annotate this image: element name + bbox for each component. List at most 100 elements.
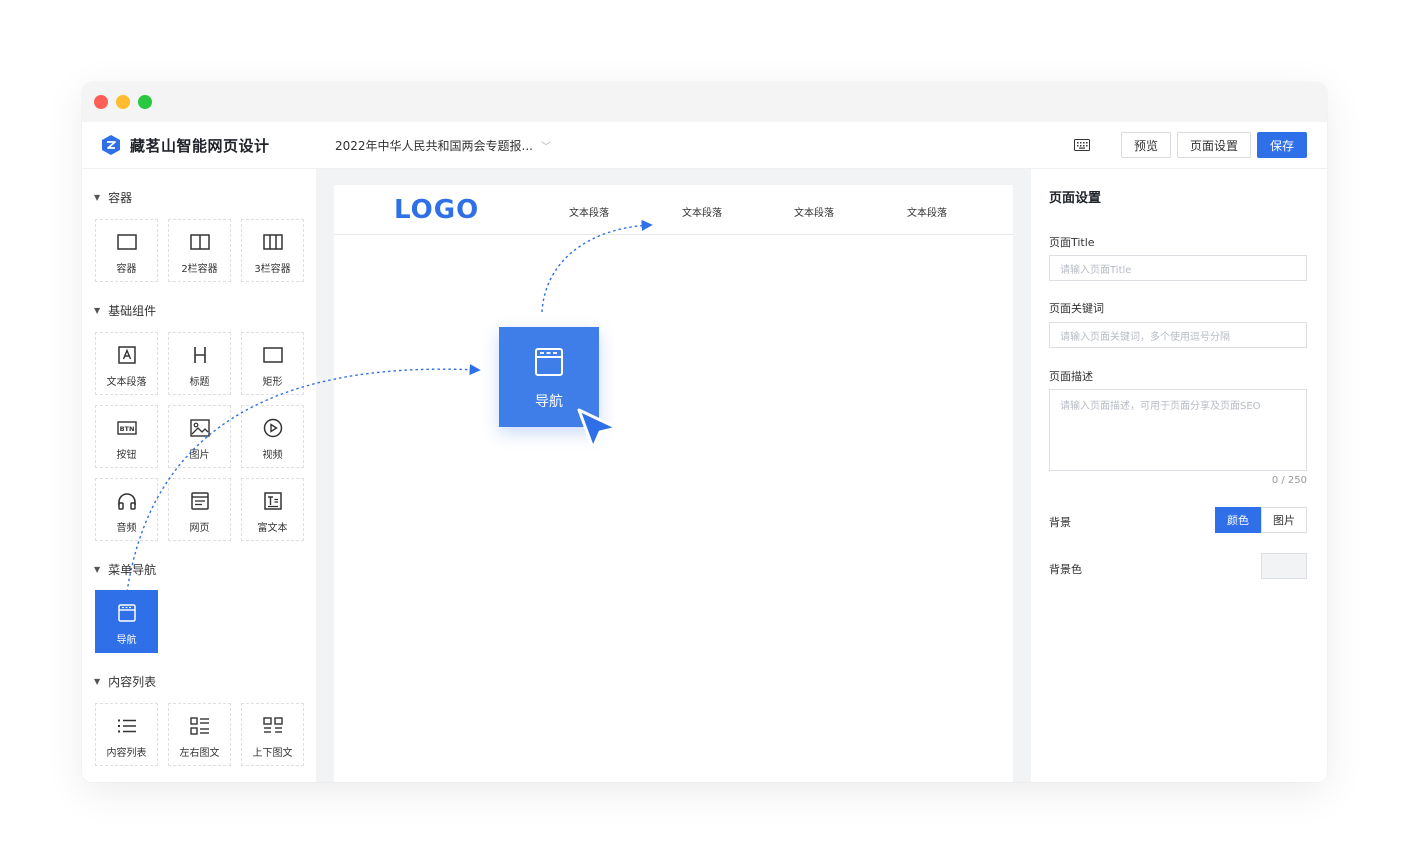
page-settings-button[interactable]: 页面设置: [1176, 132, 1251, 158]
group-title-label: 基础组件: [108, 304, 157, 318]
preview-button[interactable]: 预览: [1120, 132, 1171, 158]
header-actions: 预览 页面设置 保存: [1071, 132, 1307, 158]
group-title-label: 容器: [108, 191, 133, 205]
description-char-count: 0 / 250: [1271, 475, 1307, 486]
component-three-column[interactable]: 3栏容器: [241, 219, 304, 282]
navigation-icon: [117, 603, 137, 623]
component-content-list[interactable]: 内容列表: [95, 703, 158, 766]
headphones-icon: [117, 491, 137, 511]
image-icon: [189, 418, 210, 438]
page-description-label: 页面描述: [1049, 370, 1093, 383]
component-webpage[interactable]: 网页: [168, 478, 231, 541]
component-top-bottom-media[interactable]: 上下图文: [241, 703, 304, 766]
two-column-icon: [189, 232, 210, 252]
chevron-down-icon: ﹀: [540, 142, 551, 153]
design-canvas[interactable]: LOGO 文本段落 文本段落 文本段落 文本段落: [334, 185, 1013, 782]
navigation-icon: [535, 348, 563, 376]
left-right-media-icon: [189, 716, 210, 736]
component-container[interactable]: 容器: [95, 219, 158, 282]
page-title-label: 页面Title: [1049, 236, 1095, 249]
component-heading[interactable]: 标题: [168, 332, 231, 395]
group-content-list[interactable]: ▼ 内容列表: [94, 673, 156, 690]
component-button[interactable]: BTN 按钮: [95, 405, 158, 468]
brand-name: 藏茗山智能网页设计: [130, 136, 270, 155]
caret-down-icon: ▼: [94, 193, 101, 202]
caret-down-icon: ▼: [94, 306, 101, 315]
document-select[interactable]: 2022年中华人民共和国两会专题报... ﹀: [335, 137, 551, 154]
component-image[interactable]: 图片: [168, 405, 231, 468]
component-navigation[interactable]: 导航: [95, 590, 158, 653]
close-window-button[interactable]: [94, 95, 108, 109]
three-column-icon: [262, 232, 283, 252]
component-label: 内容列表: [106, 748, 147, 759]
container-icon: [116, 232, 137, 252]
component-rich-text[interactable]: 富文本: [241, 478, 304, 541]
minimize-window-button[interactable]: [116, 95, 130, 109]
page-keywords-input[interactable]: 请输入页面关键词，多个使用逗号分隔: [1049, 322, 1307, 348]
caret-down-icon: ▼: [94, 565, 101, 574]
background-type-toggle: 颜色 图片: [1215, 507, 1307, 533]
save-button[interactable]: 保存: [1256, 132, 1307, 158]
component-label: 富文本: [257, 523, 288, 534]
cursor-icon: [577, 408, 619, 450]
component-label: 文本段落: [106, 377, 147, 388]
background-image-option[interactable]: 图片: [1261, 507, 1307, 533]
canvas-nav-link[interactable]: 文本段落: [794, 204, 834, 219]
canvas-nav-link[interactable]: 文本段落: [682, 204, 722, 219]
button-icon: BTN: [116, 418, 137, 438]
component-label: 上下图文: [252, 748, 293, 759]
component-panel: ▼ 容器 容器 2栏容器 3栏容器 ▼ 基础组件 文本段落 标题 矩形 BTN …: [82, 169, 316, 782]
component-video[interactable]: 视频: [241, 405, 304, 468]
caret-down-icon: ▼: [94, 677, 101, 686]
component-label: 视频: [262, 450, 283, 461]
background-color-swatch[interactable]: [1261, 553, 1307, 579]
window-titlebar: [82, 82, 1327, 122]
brand: 藏茗山智能网页设计: [100, 134, 270, 156]
component-label: 图片: [189, 450, 210, 461]
component-text[interactable]: 文本段落: [95, 332, 158, 395]
canvas-logo[interactable]: LOGO: [394, 195, 479, 225]
component-label: 网页: [189, 523, 210, 534]
component-audio[interactable]: 音频: [95, 478, 158, 541]
group-title-label: 内容列表: [108, 675, 157, 689]
settings-title: 页面设置: [1049, 191, 1102, 206]
brand-logo-icon: [102, 135, 120, 155]
component-label: 左右图文: [179, 748, 220, 759]
background-color-option[interactable]: 颜色: [1215, 507, 1261, 533]
background-color-label: 背景色: [1049, 563, 1082, 576]
canvas-nav-link[interactable]: 文本段落: [569, 204, 609, 219]
page-description-textarea[interactable]: 请输入页面描述，可用于页面分享及页面SEO: [1049, 389, 1307, 471]
component-label: 标题: [189, 377, 210, 388]
app-header: 藏茗山智能网页设计 2022年中华人民共和国两会专题报... ﹀ 预览 页面设置…: [82, 122, 1327, 169]
list-icon: [117, 716, 137, 736]
settings-panel: 页面设置 页面Title 请输入页面Title 页面关键词 请输入页面关键词，多…: [1031, 169, 1327, 782]
group-container[interactable]: ▼ 容器: [94, 189, 132, 206]
maximize-window-button[interactable]: [138, 95, 152, 109]
component-left-right-media[interactable]: 左右图文: [168, 703, 231, 766]
group-basic[interactable]: ▼ 基础组件: [94, 302, 156, 319]
document-title: 2022年中华人民共和国两会专题报...: [335, 139, 533, 153]
page-title-input[interactable]: 请输入页面Title: [1049, 255, 1307, 281]
background-label: 背景: [1049, 516, 1071, 529]
keyboard-icon[interactable]: [1071, 132, 1093, 158]
component-label: 容器: [116, 264, 137, 275]
canvas-navigation-bar[interactable]: LOGO 文本段落 文本段落 文本段落 文本段落: [334, 185, 1013, 235]
component-two-column[interactable]: 2栏容器: [168, 219, 231, 282]
stage: 藏茗山智能网页设计 2022年中华人民共和国两会专题报... ﹀ 预览 页面设置…: [0, 0, 1409, 864]
webpage-icon: [190, 491, 210, 511]
component-rectangle[interactable]: 矩形: [241, 332, 304, 395]
text-icon: [117, 345, 137, 365]
component-label: 导航: [116, 635, 137, 646]
component-label: 2栏容器: [181, 264, 218, 275]
rectangle-icon: [262, 345, 283, 365]
app-window: 藏茗山智能网页设计 2022年中华人民共和国两会专题报... ﹀ 预览 页面设置…: [82, 82, 1327, 782]
group-title-label: 菜单导航: [108, 563, 157, 577]
canvas-nav-link[interactable]: 文本段落: [907, 204, 947, 219]
svg-text:BTN: BTN: [119, 425, 134, 433]
component-label: 3栏容器: [254, 264, 291, 275]
rich-text-icon: [263, 491, 283, 511]
workspace: ▼ 容器 容器 2栏容器 3栏容器 ▼ 基础组件 文本段落 标题 矩形 BTN …: [82, 169, 1327, 782]
component-label: 音频: [116, 523, 137, 534]
group-menu-nav[interactable]: ▼ 菜单导航: [94, 561, 156, 578]
component-label: 矩形: [262, 377, 283, 388]
